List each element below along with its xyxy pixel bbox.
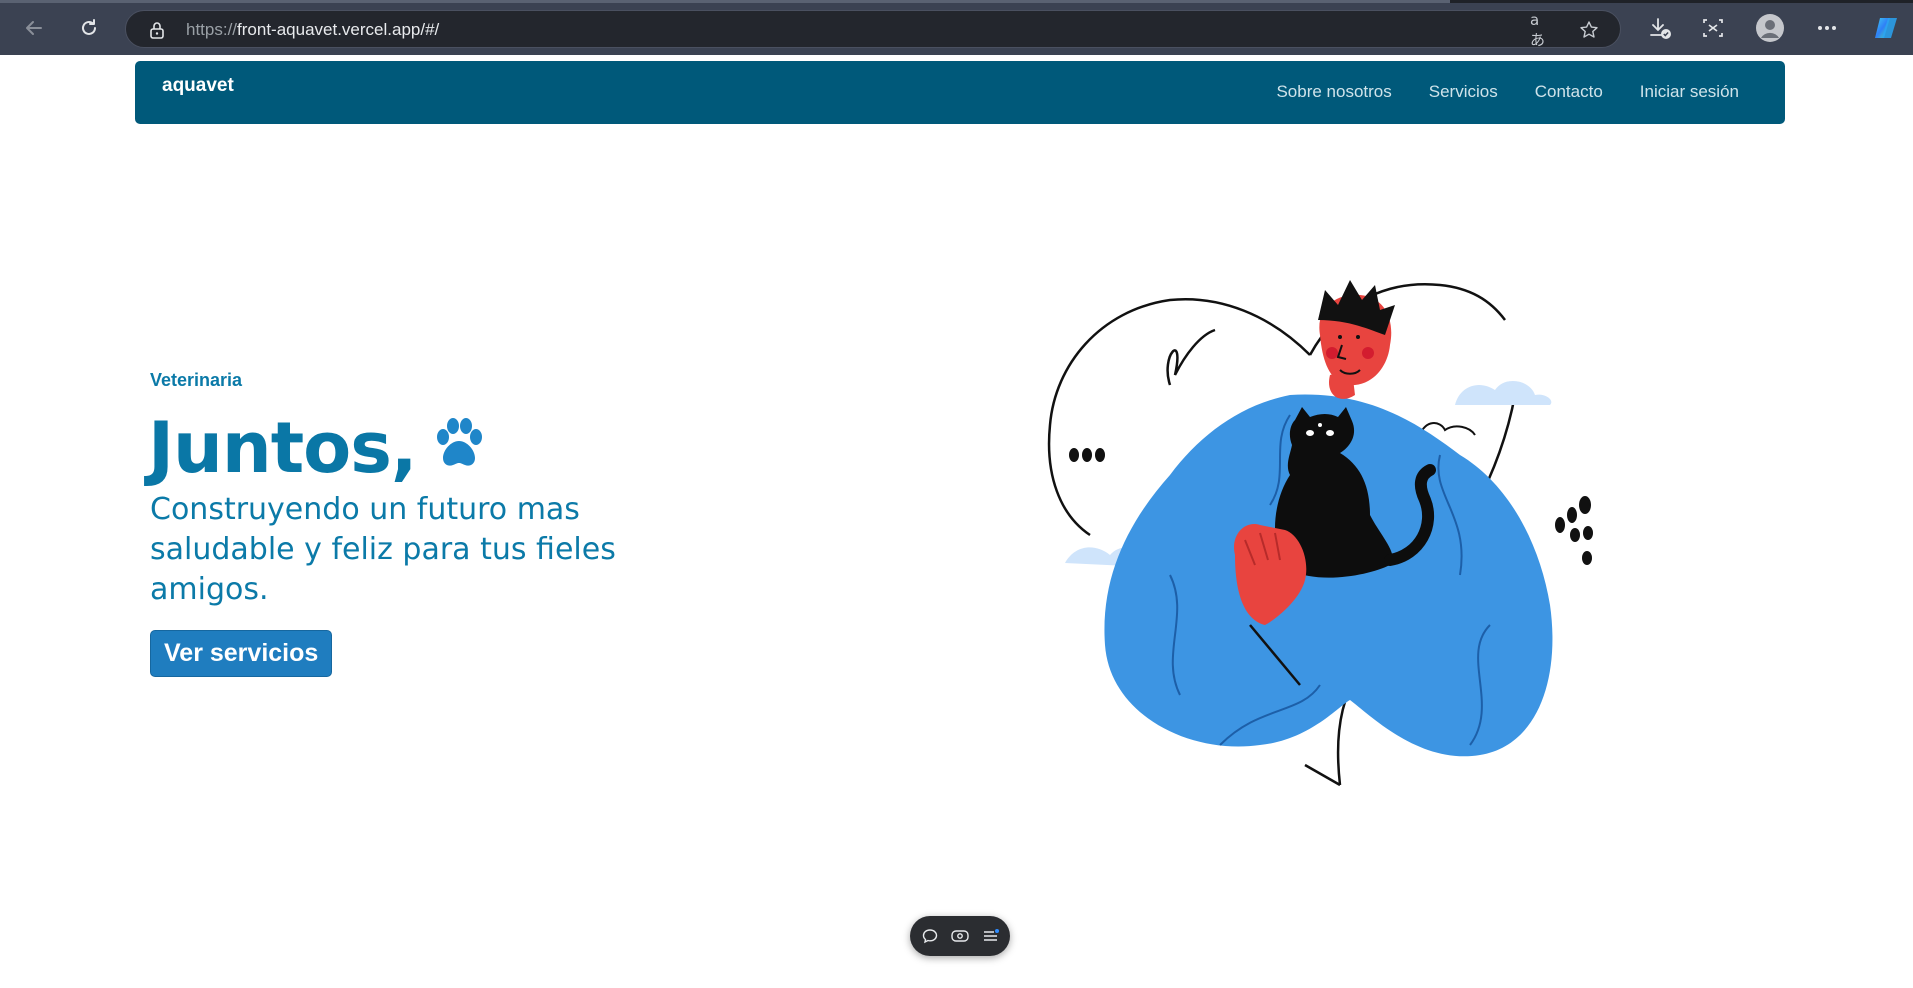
browser-toolbar: https://front-aquavet.vercel.app/#/ aあ [0,0,1913,55]
site-navbar: aquavet Sobre nosotros Servicios Contact… [135,61,1785,124]
nav-link-servicios[interactable]: Servicios [1429,82,1498,102]
active-tab[interactable] [0,0,1450,3]
hero-illustration [1040,275,1620,795]
lock-icon[interactable] [146,19,168,41]
ver-servicios-button[interactable]: Ver servicios [150,630,333,677]
paw-icon [431,402,487,494]
floating-toolbar [910,916,1010,956]
translate-icon[interactable]: aあ [1530,11,1552,49]
profile-icon[interactable] [1754,12,1786,44]
url-host: front-aquavet.vercel.app/#/ [237,20,440,39]
nav-link-sobre-nosotros[interactable]: Sobre nosotros [1276,82,1391,102]
brand-logo[interactable]: aquavet [162,75,234,97]
comment-icon[interactable] [919,925,941,947]
screenshot-icon[interactable] [1697,12,1729,44]
nav-link-iniciar-sesion[interactable]: Iniciar sesión [1640,82,1739,102]
more-icon[interactable] [1811,12,1843,44]
star-icon[interactable] [1578,19,1600,41]
copilot-icon[interactable] [1870,12,1902,44]
tab-strip [0,0,1913,3]
downloads-icon[interactable] [1644,12,1676,44]
hero-title: Juntos, [148,402,487,494]
address-bar[interactable]: https://front-aquavet.vercel.app/#/ aあ [125,10,1621,49]
refresh-icon[interactable] [73,12,105,44]
hero-title-text: Juntos, [148,407,418,489]
menu-icon[interactable] [980,925,1002,947]
nav-link-contacto[interactable]: Contacto [1535,82,1603,102]
hero-eyebrow: Veterinaria [150,370,243,390]
eye-icon[interactable] [949,925,971,947]
nav-links: Sobre nosotros Servicios Contacto Inicia… [1276,82,1739,102]
back-icon[interactable] [18,12,50,44]
url-text[interactable]: https://front-aquavet.vercel.app/#/ [186,20,439,40]
hero-subtitle: Construyendo un futuro mas saludable y f… [150,492,616,607]
url-scheme: https:// [186,20,238,39]
